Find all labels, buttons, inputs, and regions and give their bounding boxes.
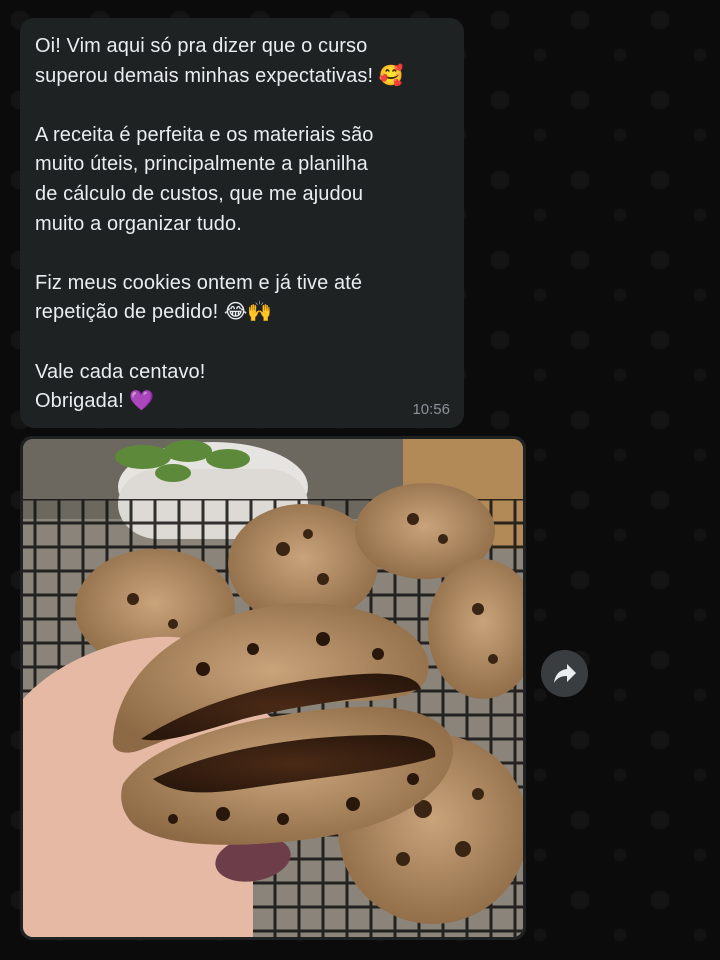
photo-message[interactable]: [20, 436, 526, 940]
message-bubble[interactable]: Oi! Vim aqui só pra dizer que o curso su…: [20, 18, 464, 428]
forward-arrow-icon: [553, 663, 576, 683]
message-timestamp: 10:56: [412, 401, 450, 418]
forward-button[interactable]: [541, 650, 588, 697]
cookie-photo[interactable]: [23, 439, 523, 937]
message-text: Oi! Vim aqui só pra dizer que o curso su…: [35, 35, 404, 413]
